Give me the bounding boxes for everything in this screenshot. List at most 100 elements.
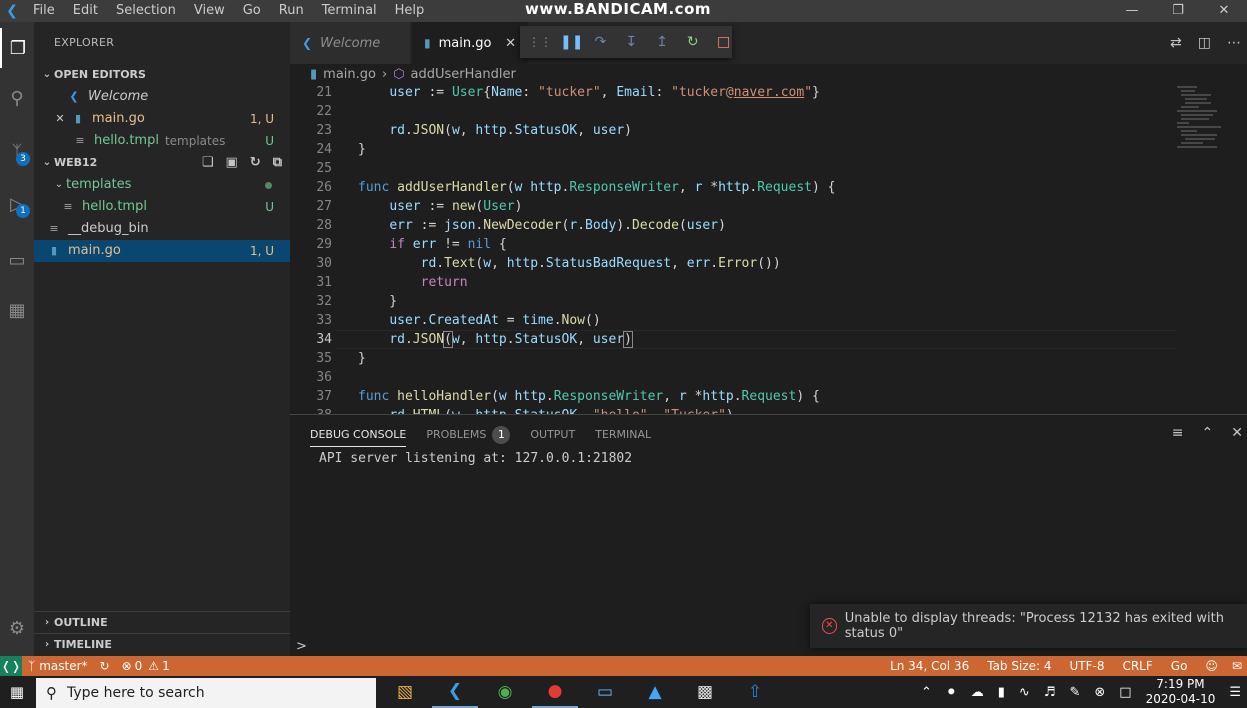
system-tray: ⌃ ⚫ ☁ ▮ ∿ ♬ ✎ ⊗ □ 7:19 PM 2020-04-10 ☰: [921, 676, 1247, 708]
open-editors-header[interactable]: ⌄ OPEN EDITORS: [34, 64, 290, 86]
photos-icon[interactable]: ▲: [632, 676, 678, 708]
compare-changes-icon[interactable]: ⇄: [1170, 35, 1182, 51]
upload-app-icon[interactable]: ⇧: [732, 676, 778, 708]
step-over-icon[interactable]: ↷: [592, 34, 609, 50]
open-editor-hello-tmpl[interactable]: ≡ hello.tmpl templates U: [34, 130, 290, 152]
encoding[interactable]: UTF-8: [1060, 659, 1113, 673]
search-icon[interactable]: ⚲: [0, 78, 34, 118]
maximize-panel-icon[interactable]: ⌃: [1202, 425, 1214, 441]
step-into-icon[interactable]: ↧: [623, 34, 640, 50]
input-method-icon[interactable]: □: [1119, 685, 1131, 700]
tree-file-main-go[interactable]: ▮ main.go 1, U: [34, 240, 290, 262]
tab-welcome[interactable]: ❮ Welcome: [290, 22, 410, 64]
tab-size[interactable]: Tab Size: 4: [978, 659, 1060, 673]
menu-edit[interactable]: Edit: [64, 0, 107, 22]
run-debug-icon[interactable]: ▷ 1: [0, 184, 34, 224]
file-explorer-icon[interactable]: ▧: [382, 676, 428, 708]
language-mode[interactable]: Go: [1162, 659, 1197, 673]
menu-go[interactable]: Go: [234, 0, 270, 22]
drag-handle-icon[interactable]: ⋮⋮: [528, 35, 552, 49]
taskbar-clock[interactable]: 7:19 PM 2020-04-10: [1146, 677, 1216, 707]
close-icon[interactable]: ✕: [54, 108, 66, 130]
close-panel-icon[interactable]: ✕: [1231, 425, 1243, 441]
timeline-header[interactable]: › TIMELINE: [34, 633, 290, 655]
cursor-position[interactable]: Ln 34, Col 36: [881, 659, 978, 673]
outline-header[interactable]: › OUTLINE: [34, 611, 290, 633]
bandicam-icon[interactable]: ●: [532, 676, 578, 708]
menu-run[interactable]: Run: [270, 0, 313, 22]
restore-icon[interactable]: ❐: [1155, 0, 1201, 22]
open-editor-main-go[interactable]: ✕ ▮ main.go 1, U: [34, 108, 290, 130]
notifications-bell-icon[interactable]: ✉: [1227, 659, 1247, 673]
line-endings[interactable]: CRLF: [1113, 659, 1161, 673]
new-folder-icon[interactable]: ▣: [226, 152, 238, 174]
windows-taskbar: ▦ ⚲ Type here to search ▧ ❮ ◉ ● ▭ ▲ ▩ ⇧ …: [0, 676, 1247, 708]
line-number: 35: [316, 351, 332, 366]
step-out-icon[interactable]: ↥: [654, 34, 671, 50]
problems-indicator[interactable]: ⊗ 0 ⚠ 1: [116, 659, 176, 673]
menu-file[interactable]: File: [24, 0, 64, 22]
open-editor-welcome[interactable]: ❮ Welcome: [34, 86, 290, 108]
onedrive-icon[interactable]: ☁: [971, 685, 984, 700]
terminal-icon[interactable]: ▩: [682, 676, 728, 708]
blocked-icon[interactable]: ⊗: [1094, 685, 1105, 700]
minimize-icon[interactable]: —: [1109, 0, 1155, 22]
explorer-icon[interactable]: ❐: [0, 28, 34, 68]
extensions-icon[interactable]: ▦: [0, 290, 34, 330]
gear-icon[interactable]: ⚙: [0, 608, 34, 648]
tree-file-hello-tmpl[interactable]: ≡ hello.tmpl U: [34, 196, 290, 218]
split-editor-icon[interactable]: ◫: [1198, 35, 1211, 51]
tab-main-go[interactable]: ▮ main.go ✕: [412, 22, 528, 64]
code-editor[interactable]: 21 22 23 24 25 26 27 28 29 30 31 32 33 3…: [290, 84, 1247, 414]
tab-problems[interactable]: PROBLEMS 1: [426, 423, 511, 447]
branch-indicator[interactable]: ᛉ master*: [22, 659, 94, 673]
notification-toast[interactable]: ✕ Unable to display threads: "Process 12…: [810, 604, 1247, 648]
minimap[interactable]: [1173, 84, 1233, 414]
line-number: 30: [316, 256, 332, 271]
chevron-up-icon[interactable]: ⌃: [921, 685, 932, 700]
close-icon[interactable]: ✕: [505, 36, 516, 51]
action-center-icon[interactable]: ☰: [1229, 685, 1241, 700]
breadcrumb-file[interactable]: main.go: [323, 67, 376, 82]
menu-selection[interactable]: Selection: [107, 0, 185, 22]
tree-file-debug-bin[interactable]: ≡ __debug_bin: [34, 218, 290, 240]
pen-icon[interactable]: ✎: [1069, 685, 1080, 700]
windows-start-icon[interactable]: ▦: [0, 676, 34, 708]
workspace-header[interactable]: ⌄ WEB12 ❏ ▣ ↻ ⧉: [34, 152, 290, 174]
battery-icon[interactable]: ▮: [998, 685, 1005, 700]
breadcrumb-symbol[interactable]: addUserHandler: [411, 67, 516, 82]
microphone-icon[interactable]: ⚫: [946, 685, 957, 700]
new-file-icon[interactable]: ❏: [202, 152, 214, 174]
clear-console-icon[interactable]: ≡: [1172, 425, 1184, 441]
refresh-icon[interactable]: ↻: [250, 152, 261, 174]
menu-terminal[interactable]: Terminal: [313, 0, 386, 22]
error-count: 0: [134, 659, 143, 673]
menu-view[interactable]: View: [185, 0, 234, 22]
remote-icon[interactable]: ❬❭: [0, 656, 22, 676]
feedback-icon[interactable]: ☺: [1196, 659, 1227, 673]
tab-debug-console[interactable]: DEBUG CONSOLE: [310, 423, 407, 447]
chevron-down-icon: ⌄: [42, 69, 52, 80]
pause-icon[interactable]: ❚❚: [560, 34, 583, 50]
remote-explorer-icon[interactable]: ▭: [0, 240, 34, 280]
tab-output[interactable]: OUTPUT: [530, 423, 575, 447]
chrome-icon[interactable]: ◉: [482, 676, 528, 708]
tab-terminal[interactable]: TERMINAL: [595, 423, 651, 447]
restart-icon[interactable]: ↻: [684, 34, 701, 50]
remote-desktop-icon[interactable]: ▭: [582, 676, 628, 708]
menu-help[interactable]: Help: [386, 0, 434, 22]
more-actions-icon[interactable]: ⋯: [1227, 35, 1241, 51]
source-control-icon[interactable]: ᛉ3: [0, 132, 34, 172]
close-icon[interactable]: ✕: [1201, 0, 1247, 22]
collapse-all-icon[interactable]: ⧉: [273, 152, 282, 174]
code-line: func addUserHandler(w http.ResponseWrite…: [358, 180, 836, 195]
debug-console-input[interactable]: >: [296, 639, 307, 654]
taskbar-search-box[interactable]: ⚲ Type here to search: [36, 678, 376, 708]
tab-label: main.go: [438, 35, 492, 51]
sync-icon[interactable]: ↻: [94, 659, 116, 673]
vscode-taskbar-icon[interactable]: ❮: [432, 676, 478, 708]
stop-icon[interactable]: □: [715, 34, 732, 50]
wifi-icon[interactable]: ∿: [1019, 685, 1030, 700]
tree-folder-templates[interactable]: ⌄ templates: [34, 174, 290, 196]
volume-icon[interactable]: ♬: [1044, 685, 1056, 700]
